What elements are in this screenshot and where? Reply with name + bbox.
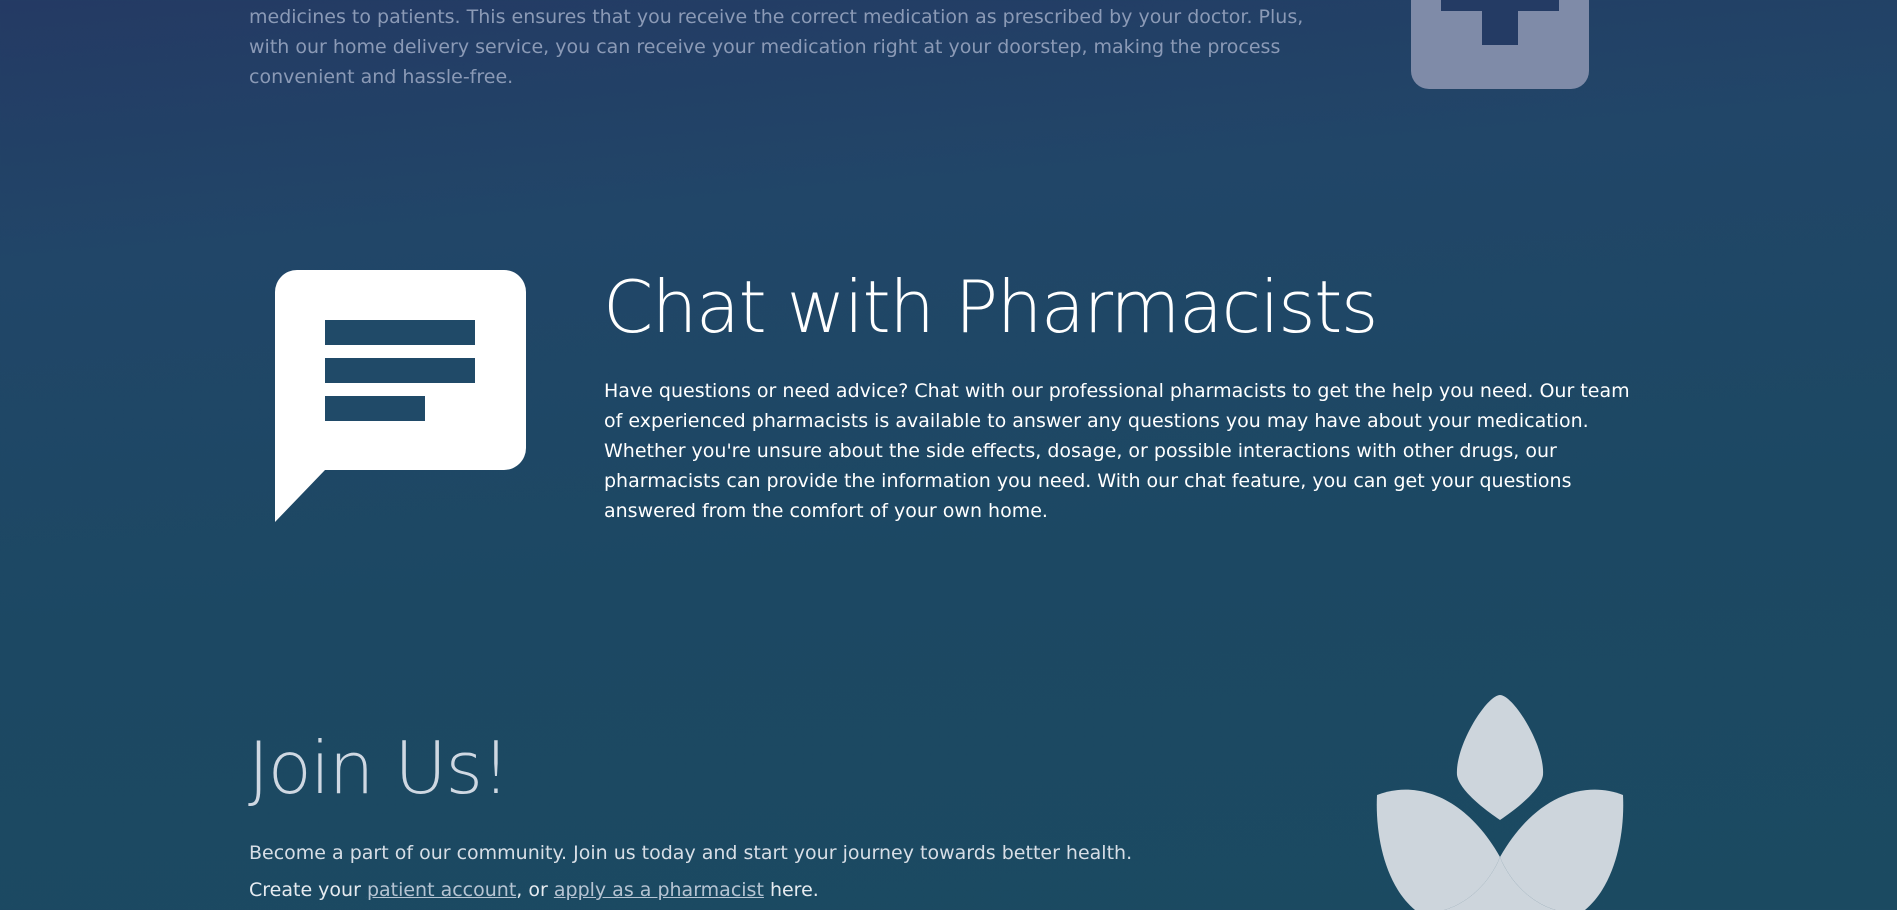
- join-cta-line: Create your patient account, or apply as…: [249, 875, 819, 905]
- chat-description: Have questions or need advice? Chat with…: [604, 380, 1630, 522]
- apply-pharmacist-link[interactable]: apply as a pharmacist: [554, 879, 764, 901]
- patient-account-link[interactable]: patient account: [367, 879, 516, 901]
- delivery-section: medicines to patients. This ensures that…: [0, 0, 1897, 140]
- lotus-icon: [1376, 695, 1624, 910]
- join-cta-prefix: Create your: [249, 879, 367, 901]
- join-description: Become a part of our community. Join us …: [249, 842, 1133, 864]
- chat-bubble-icon: [275, 270, 526, 522]
- join-cta-suffix: here.: [763, 879, 819, 901]
- medical-cross-icon: [1411, 0, 1589, 89]
- delivery-description: medicines to patients. This ensures that…: [249, 6, 1304, 88]
- chat-title: Chat with Pharmacists: [603, 265, 1378, 349]
- join-cta-middle: , or: [516, 879, 554, 901]
- join-title: Join Us!: [248, 726, 510, 810]
